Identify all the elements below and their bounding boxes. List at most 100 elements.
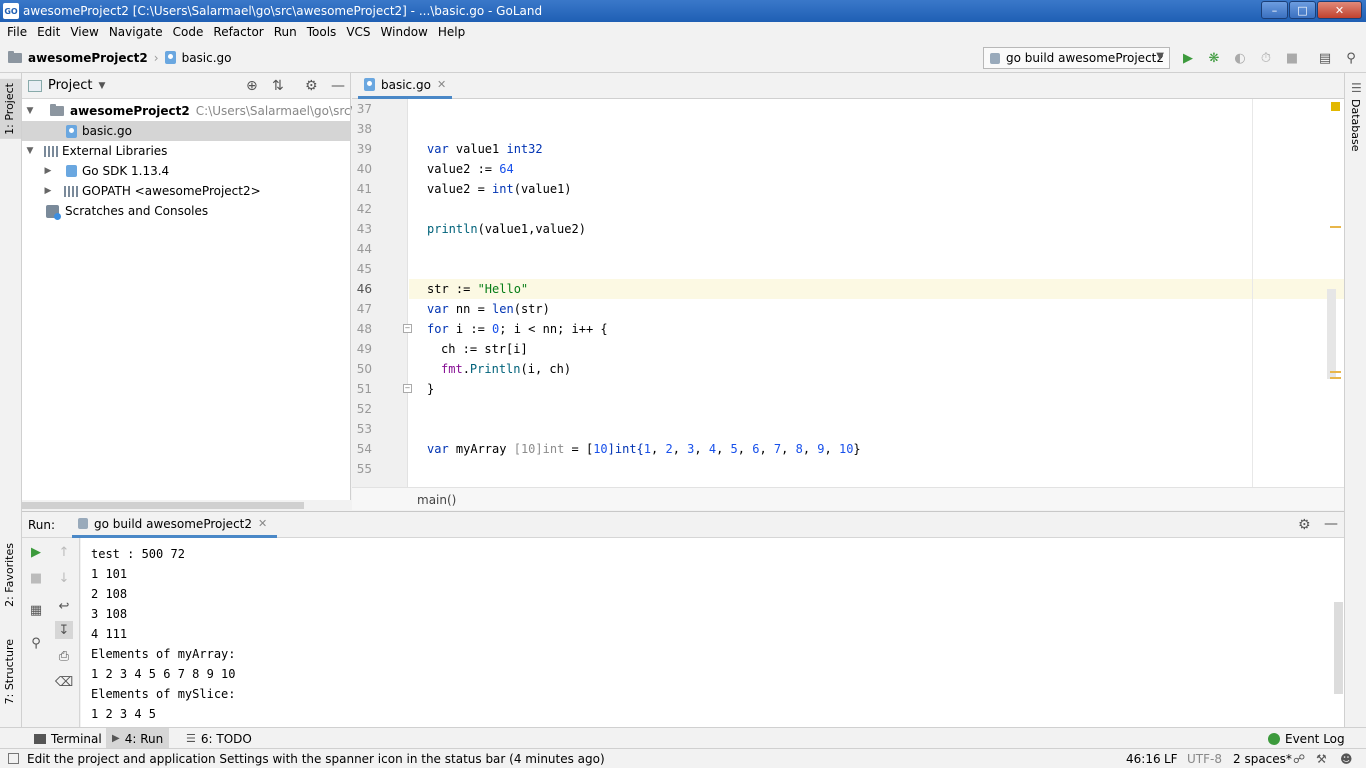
lock-icon[interactable]: ☍: [1293, 752, 1305, 766]
warning-marker[interactable]: [1330, 226, 1341, 228]
tab-terminal[interactable]: Terminal: [28, 728, 108, 749]
tree-item-go-sdk[interactable]: ▶ Go SDK 1.13.4: [42, 161, 170, 181]
scroll-to-end-icon[interactable]: ↧: [55, 621, 73, 639]
editor-scrollbar-thumb[interactable]: [1327, 289, 1336, 379]
print-icon[interactable]: ⎙: [55, 647, 73, 665]
debug-icon[interactable]: ❋: [1205, 49, 1223, 67]
tab-favorites[interactable]: 2: Favorites: [3, 543, 16, 607]
warning-marker[interactable]: [1330, 371, 1341, 373]
collapse-all-icon[interactable]: ⇅: [272, 78, 284, 94]
menu-refactor[interactable]: Refactor: [208, 22, 268, 43]
line-number: 49: [356, 342, 372, 356]
menu-vcs[interactable]: VCS: [341, 22, 375, 43]
line-number: 53: [356, 422, 372, 436]
spanner-icon[interactable]: ⚒: [1316, 752, 1327, 766]
scrollbar-thumb[interactable]: [22, 502, 304, 509]
error-stripe[interactable]: [1327, 99, 1344, 487]
pin-icon[interactable]: ⚲: [27, 634, 45, 652]
project-view-select[interactable]: Project ▼: [28, 78, 105, 93]
close-tab-icon[interactable]: ✕: [437, 78, 446, 91]
tab-run-config[interactable]: go build awesomeProject2 ✕: [72, 512, 278, 538]
close-button[interactable]: ✕: [1317, 1, 1362, 19]
trash-icon[interactable]: ⌫: [55, 673, 73, 691]
menu-code[interactable]: Code: [168, 22, 209, 43]
console-scrollbar-thumb[interactable]: [1334, 602, 1343, 694]
tab-project[interactable]: 1: Project: [0, 79, 21, 139]
line-number: 39: [356, 142, 372, 156]
chevron-down-icon: ▼: [1156, 51, 1164, 62]
run-configuration-select[interactable]: go build awesomeProject2 ▼: [983, 47, 1170, 69]
code-editor[interactable]: 37 38 39 40 41 42 43 44 45 46 47 48 49 5…: [352, 99, 1344, 487]
hide-panel-icon[interactable]: —: [331, 78, 345, 94]
editor-breadcrumb-bar: main(): [352, 487, 1344, 510]
locate-icon[interactable]: ⊕: [246, 78, 258, 94]
code-line: var value1 int32: [427, 142, 543, 156]
run-icon[interactable]: ▶: [1179, 49, 1197, 67]
file-encoding[interactable]: UTF-8: [1187, 752, 1222, 766]
tree-item-external-libraries[interactable]: ▼ External Libraries: [24, 141, 168, 161]
menu-file[interactable]: File: [2, 22, 32, 43]
layout-icon[interactable]: ▦: [27, 601, 45, 619]
search-icon[interactable]: ⚲: [1342, 49, 1360, 67]
go-build-icon: [78, 518, 88, 529]
code-line: str := "Hello": [427, 282, 529, 296]
caret-position[interactable]: 46:16: [1126, 752, 1161, 766]
warning-indicator-icon[interactable]: [1331, 102, 1340, 111]
warning-marker[interactable]: [1330, 377, 1341, 379]
menu-help[interactable]: Help: [433, 22, 470, 43]
stop-icon[interactable]: ■: [27, 569, 45, 587]
stop-icon[interactable]: ■: [1283, 49, 1301, 67]
menu-window[interactable]: Window: [376, 22, 433, 43]
run-icon: ▶: [112, 733, 120, 744]
indent-setting[interactable]: 2 spaces*: [1233, 752, 1292, 766]
maximize-button[interactable]: □: [1289, 1, 1316, 19]
menu-run[interactable]: Run: [269, 22, 302, 43]
run-console-output[interactable]: test : 500 72 1 101 2 108 3 108 4 111 El…: [81, 538, 1344, 727]
fold-marker-icon[interactable]: −: [403, 324, 412, 333]
horizontal-scrollbar[interactable]: [22, 500, 351, 510]
scroll-up-icon[interactable]: ↑: [55, 543, 73, 561]
tree-item-gopath[interactable]: ▶ GOPATH <awesomeProject2>: [42, 181, 261, 201]
gear-icon[interactable]: ⚙: [1298, 517, 1311, 533]
tab-todo[interactable]: ☰ 6: TODO: [180, 728, 258, 749]
scroll-down-icon[interactable]: ↓: [55, 569, 73, 587]
tab-structure[interactable]: 7: Structure: [3, 639, 16, 704]
menu-navigate[interactable]: Navigate: [104, 22, 168, 43]
close-tab-icon[interactable]: ✕: [258, 517, 267, 530]
console-line: 1 101: [91, 567, 128, 581]
tree-file-label: basic.go: [82, 124, 132, 138]
soft-wrap-icon[interactable]: ↩: [55, 597, 73, 615]
breadcrumb-file[interactable]: basic.go: [182, 51, 232, 65]
line-number: 44: [356, 242, 372, 256]
run-panel-label: Run:: [28, 518, 56, 532]
tree-item-project-root[interactable]: ▼ awesomeProject2 C:\Users\Salarmael\go\…: [24, 101, 404, 121]
status-message[interactable]: Edit the project and application Setting…: [27, 752, 605, 766]
gear-icon[interactable]: ⚙: [305, 78, 318, 94]
editor-gutter: 37 38 39 40 41 42 43 44 45 46 47 48 49 5…: [352, 99, 412, 487]
profile-icon[interactable]: ⏱: [1257, 49, 1275, 67]
tab-event-log[interactable]: Event Log: [1262, 728, 1351, 749]
function-breadcrumb[interactable]: main(): [417, 493, 456, 507]
toggle-tool-windows-icon[interactable]: [8, 753, 19, 764]
minimize-button[interactable]: –: [1261, 1, 1288, 19]
breadcrumb-project[interactable]: awesomeProject2: [28, 51, 148, 65]
fold-marker-icon[interactable]: −: [403, 384, 412, 393]
line-separator[interactable]: LF: [1164, 752, 1178, 766]
menu-edit[interactable]: Edit: [32, 22, 65, 43]
tab-run[interactable]: ▶ 4: Run: [106, 728, 170, 749]
go-file-icon: [66, 124, 77, 138]
tab-database[interactable]: Database: [1349, 99, 1362, 152]
console-line: test : 500 72: [91, 547, 185, 561]
inspector-icon[interactable]: ☻: [1340, 752, 1353, 766]
line-number: 54: [356, 442, 372, 456]
hide-panel-icon[interactable]: —: [1324, 516, 1338, 532]
tree-item-basic-go[interactable]: basic.go: [22, 121, 350, 141]
menu-view[interactable]: View: [65, 22, 103, 43]
menu-tools[interactable]: Tools: [302, 22, 342, 43]
coverage-icon[interactable]: ◐: [1231, 49, 1249, 67]
go-file-icon: [364, 78, 375, 91]
rerun-icon[interactable]: ▶: [27, 543, 45, 561]
tree-item-scratches[interactable]: Scratches and Consoles: [24, 201, 208, 221]
tab-basic-go[interactable]: basic.go ✕: [358, 73, 453, 99]
project-structure-icon[interactable]: ▤: [1316, 49, 1334, 67]
